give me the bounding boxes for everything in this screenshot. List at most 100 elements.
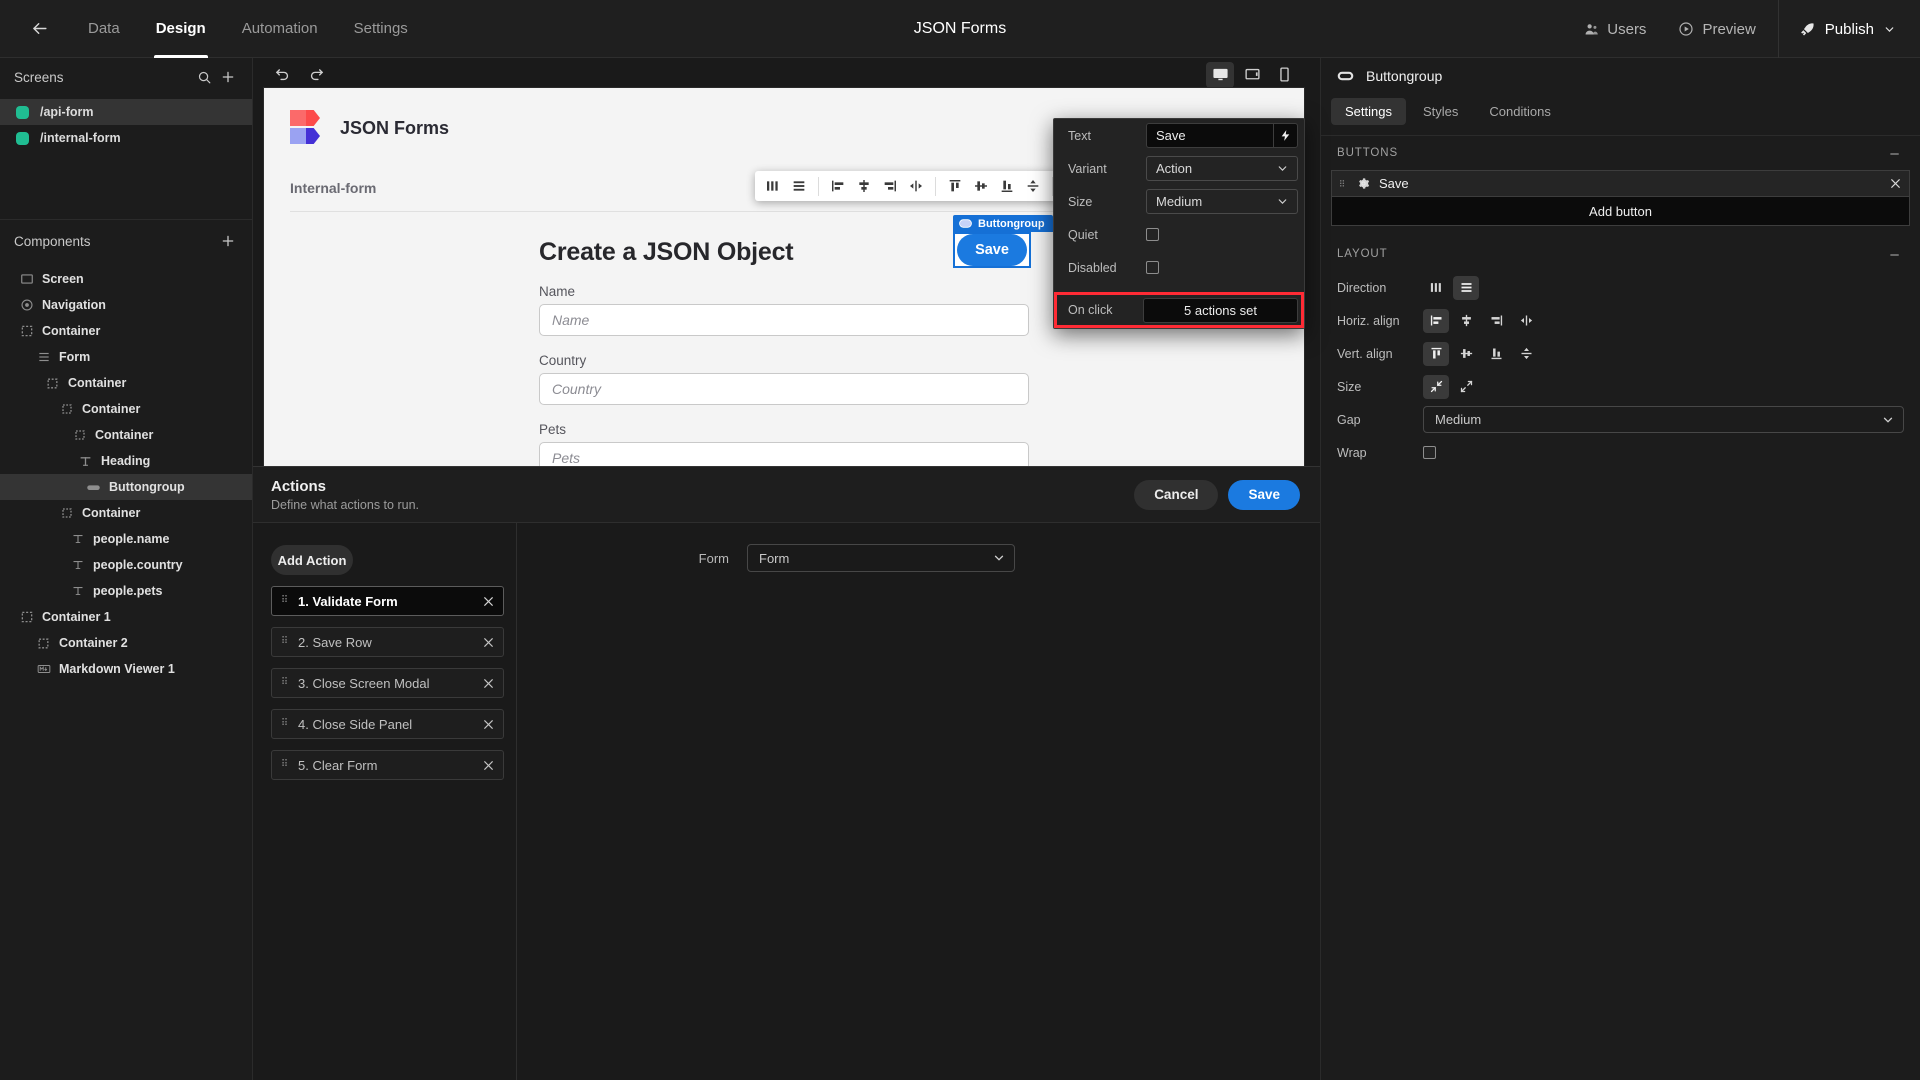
direction-horizontal-icon[interactable] <box>1423 276 1449 300</box>
align-right-icon[interactable] <box>1483 309 1509 333</box>
drag-handle-icon[interactable]: ⠿ <box>272 760 298 770</box>
add-screen-icon[interactable] <box>216 65 240 89</box>
valign-middle-icon[interactable] <box>1453 342 1479 366</box>
size-shrink-icon[interactable] <box>1423 374 1449 399</box>
action-item[interactable]: ⠿ 4. Close Side Panel <box>271 709 504 739</box>
tab-conditions[interactable]: Conditions <box>1475 98 1564 125</box>
tree-item-container[interactable]: Container <box>0 318 252 344</box>
preview-save-button[interactable]: Save <box>957 234 1027 266</box>
direction-vertical-icon[interactable] <box>1453 275 1479 300</box>
tab-data[interactable]: Data <box>72 0 136 58</box>
add-button-button[interactable]: Add button <box>1331 197 1910 226</box>
disabled-checkbox[interactable] <box>1146 261 1159 274</box>
screen-item-api-form[interactable]: /api-form <box>0 99 252 125</box>
undo-button[interactable] <box>268 62 296 88</box>
tablet-preview-button[interactable] <box>1238 62 1266 88</box>
drag-handle-icon[interactable]: ⠿ <box>272 637 298 647</box>
quiet-checkbox[interactable] <box>1146 228 1159 241</box>
align-right-icon[interactable] <box>878 174 902 198</box>
action-item[interactable]: ⠿ 2. Save Row <box>271 627 504 657</box>
tab-settings[interactable]: Settings <box>1331 97 1406 125</box>
action-item[interactable]: ⠿ 1. Validate Form <box>271 586 504 616</box>
pets-input[interactable]: Pets <box>539 442 1029 466</box>
valign-stretch-icon[interactable] <box>1513 342 1539 366</box>
preview-button[interactable]: Preview <box>1662 10 1771 48</box>
valign-bottom-icon[interactable] <box>995 174 1019 198</box>
valign-middle-icon[interactable] <box>969 174 993 198</box>
tree-item-container-1[interactable]: Container 1 <box>0 604 252 630</box>
collapse-icon[interactable]: – <box>1886 245 1904 263</box>
align-left-icon[interactable] <box>1423 308 1449 333</box>
wrap-checkbox[interactable] <box>1423 446 1436 459</box>
remove-action-icon[interactable] <box>473 595 503 608</box>
tree-item-container[interactable]: Container <box>0 396 252 422</box>
redo-button[interactable] <box>302 62 330 88</box>
remove-button-icon[interactable] <box>1881 177 1909 190</box>
collapse-icon[interactable]: – <box>1886 144 1904 162</box>
align-left-icon[interactable] <box>826 174 850 198</box>
direction-vertical-icon[interactable] <box>787 174 811 198</box>
users-button[interactable]: Users <box>1568 10 1662 48</box>
screen-item-internal-form[interactable]: /internal-form <box>0 125 252 151</box>
add-component-icon[interactable] <box>216 229 240 253</box>
desktop-preview-button[interactable] <box>1206 61 1234 88</box>
gear-icon[interactable] <box>1352 177 1374 190</box>
remove-action-icon[interactable] <box>473 718 503 731</box>
tab-automation[interactable]: Automation <box>226 0 334 58</box>
tab-styles[interactable]: Styles <box>1409 98 1472 125</box>
valign-bottom-icon[interactable] <box>1483 342 1509 366</box>
remove-action-icon[interactable] <box>473 759 503 772</box>
tree-item-markdown-viewer-1[interactable]: Markdown Viewer 1 <box>0 656 252 682</box>
tree-item-container[interactable]: Container <box>0 422 252 448</box>
tree-item-people-pets[interactable]: people.pets <box>0 578 252 604</box>
tree-item-people-country[interactable]: people.country <box>0 552 252 578</box>
align-space-between-icon[interactable] <box>904 174 928 198</box>
layout-row-gap: Gap Medium <box>1321 403 1920 436</box>
tree-item-container[interactable]: Container <box>0 500 252 526</box>
name-input[interactable]: Name <box>539 304 1029 336</box>
lightning-icon[interactable] <box>1273 123 1298 148</box>
valign-stretch-icon[interactable] <box>1021 174 1045 198</box>
drag-handle-icon[interactable]: ⠿ <box>272 596 298 606</box>
button-list-item[interactable]: ⠿ Save <box>1331 170 1910 197</box>
cancel-button[interactable]: Cancel <box>1134 479 1219 510</box>
direction-horizontal-icon[interactable] <box>761 174 785 198</box>
valign-top-icon[interactable] <box>943 174 967 198</box>
size-grow-icon[interactable] <box>1453 375 1479 399</box>
variant-select[interactable]: Action <box>1146 156 1298 181</box>
tree-item-people-name[interactable]: people.name <box>0 526 252 552</box>
tab-settings[interactable]: Settings <box>338 0 424 58</box>
back-button[interactable] <box>18 8 60 50</box>
tree-item-container[interactable]: Container <box>0 370 252 396</box>
save-button[interactable]: Save <box>1228 479 1300 510</box>
valign-top-icon[interactable] <box>1423 341 1449 366</box>
tree-item-container-2[interactable]: Container 2 <box>0 630 252 656</box>
tree-item-screen[interactable]: Screen <box>0 266 252 292</box>
drag-handle-icon[interactable]: ⠿ <box>1332 179 1352 188</box>
remove-action-icon[interactable] <box>473 636 503 649</box>
gap-select[interactable]: Medium <box>1423 406 1904 433</box>
action-item[interactable]: ⠿ 5. Clear Form <box>271 750 504 780</box>
align-center-icon[interactable] <box>852 174 876 198</box>
action-item-label: 5. Clear Form <box>298 757 378 773</box>
form-select[interactable]: Form <box>747 544 1015 572</box>
country-input[interactable]: Country <box>539 373 1029 405</box>
add-action-button[interactable]: Add Action <box>271 545 353 575</box>
publish-button[interactable]: Publish <box>1793 21 1902 38</box>
align-center-icon[interactable] <box>1453 309 1479 333</box>
action-item[interactable]: ⠿ 3. Close Screen Modal <box>271 668 504 698</box>
remove-action-icon[interactable] <box>473 677 503 690</box>
tree-item-buttongroup[interactable]: Buttongroup <box>0 474 252 500</box>
align-space-between-icon[interactable] <box>1513 309 1539 333</box>
drag-handle-icon[interactable]: ⠿ <box>272 719 298 729</box>
tree-item-heading[interactable]: Heading <box>0 448 252 474</box>
drag-handle-icon[interactable]: ⠿ <box>272 678 298 688</box>
size-select[interactable]: Medium <box>1146 189 1298 214</box>
button-text-input[interactable]: Save <box>1146 123 1273 148</box>
on-click-actions-button[interactable]: 5 actions set <box>1143 297 1298 323</box>
tree-item-navigation[interactable]: Navigation <box>0 292 252 318</box>
tree-item-form[interactable]: Form <box>0 344 252 370</box>
search-icon[interactable] <box>192 65 216 89</box>
tab-design[interactable]: Design <box>140 0 222 58</box>
mobile-preview-button[interactable] <box>1270 62 1298 88</box>
